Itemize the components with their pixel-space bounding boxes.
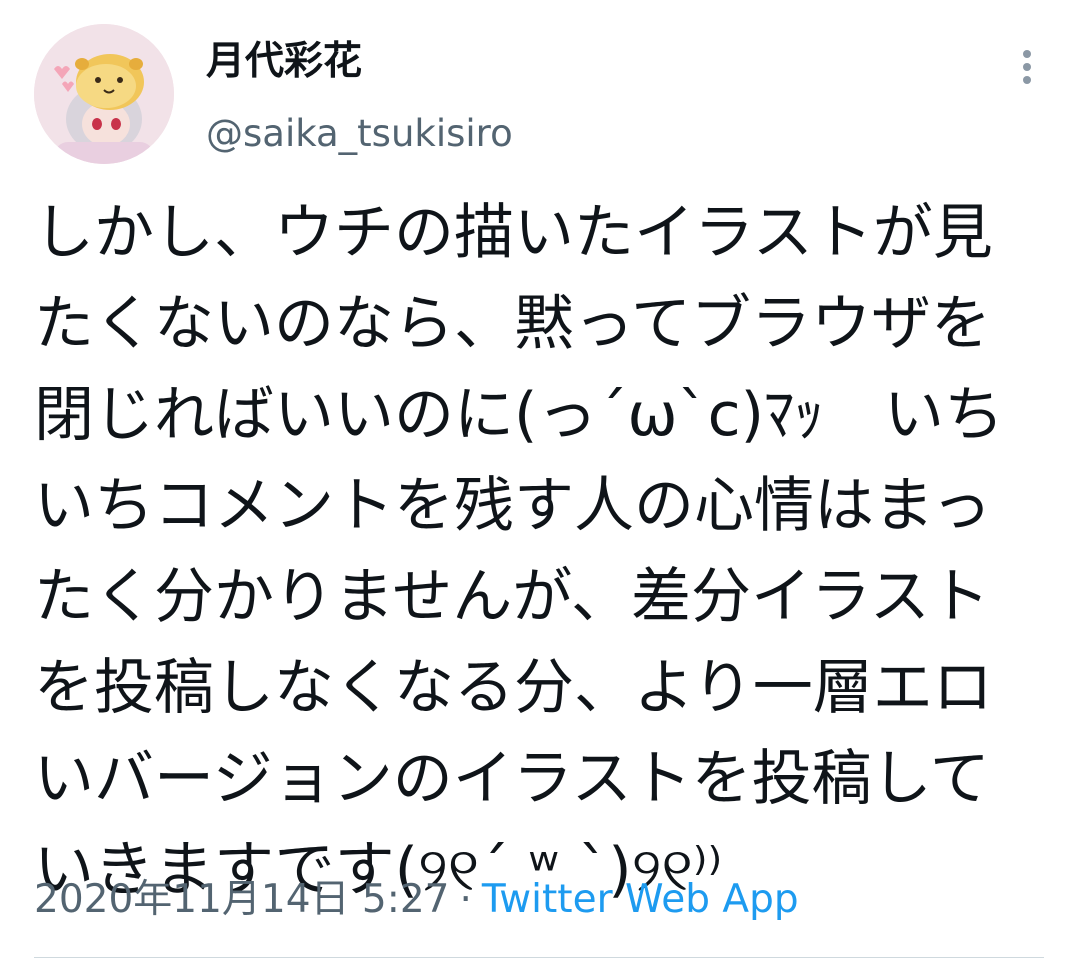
user-handle[interactable]: @saika_tsukisiro <box>206 108 513 160</box>
more-vertical-icon-dot <box>1023 76 1031 84</box>
avatar[interactable] <box>34 24 174 164</box>
more-vertical-icon <box>1023 50 1031 58</box>
tweet-text-line: 閉じればいいのに(っ´ω`c)ﾏｯ いち <box>34 380 1005 450</box>
tweet-text-line: しかし、ウチの描いたイラストが見 <box>34 198 993 268</box>
tweet: 月代彩花 @saika_tsukisiro しかし、ウチの描いたイラストが見 たく… <box>0 0 1078 966</box>
tweet-timestamp[interactable]: 2020年11月14日 5:27 <box>34 877 449 922</box>
display-name[interactable]: 月代彩花 <box>206 36 362 88</box>
avatar-illustration <box>34 24 174 164</box>
more-options-button[interactable] <box>1004 44 1050 90</box>
tweet-text-line: を投稿しなくなる分、より一層エロ <box>34 653 993 723</box>
meta-separator: · <box>459 877 472 922</box>
tweet-meta: 2020年11月14日 5:27 · Twitter Web App <box>34 873 799 927</box>
tweet-text: しかし、ウチの描いたイラストが見 たくないのなら、黙ってブラウザを 閉じればいいのに… <box>34 188 1044 916</box>
tweet-source-link[interactable]: Twitter Web App <box>482 877 799 922</box>
tweet-text-line: たく分かりませんが、差分イラスト <box>34 562 990 632</box>
more-vertical-icon-dot <box>1023 63 1031 71</box>
tweet-text-line: いバージョンのイラストを投稿して <box>34 744 990 814</box>
tweet-text-line: たくないのなら、黙ってブラウザを <box>34 289 991 359</box>
divider <box>34 957 1044 958</box>
tweet-text-line: いちコメントを残す人の心情はまっ <box>34 471 992 541</box>
